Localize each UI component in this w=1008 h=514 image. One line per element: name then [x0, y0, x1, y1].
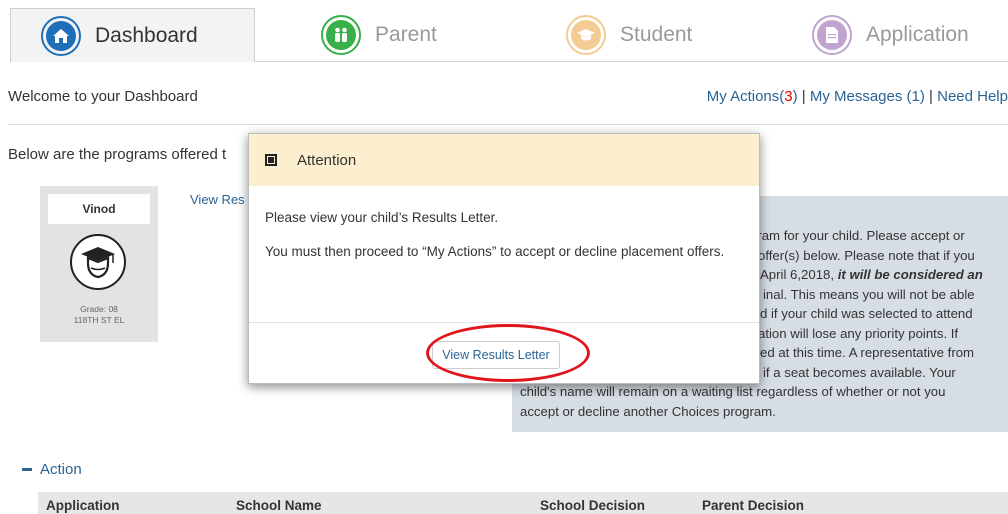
- modal-body: Please view your child’s Results Letter.…: [265, 208, 745, 276]
- modal-footer-divider: [249, 322, 759, 323]
- view-results-letter-button[interactable]: View Results Letter: [432, 341, 560, 369]
- modal-header: Attention: [249, 134, 759, 186]
- attention-modal: Attention Please view your child’s Resul…: [248, 133, 760, 384]
- modal-instruction: You must then proceed to “My Actions” to…: [265, 244, 725, 259]
- modal-message: Please view your child’s Results Letter.: [265, 210, 499, 225]
- modal-title: Attention: [297, 151, 357, 169]
- alert-icon: [265, 154, 277, 166]
